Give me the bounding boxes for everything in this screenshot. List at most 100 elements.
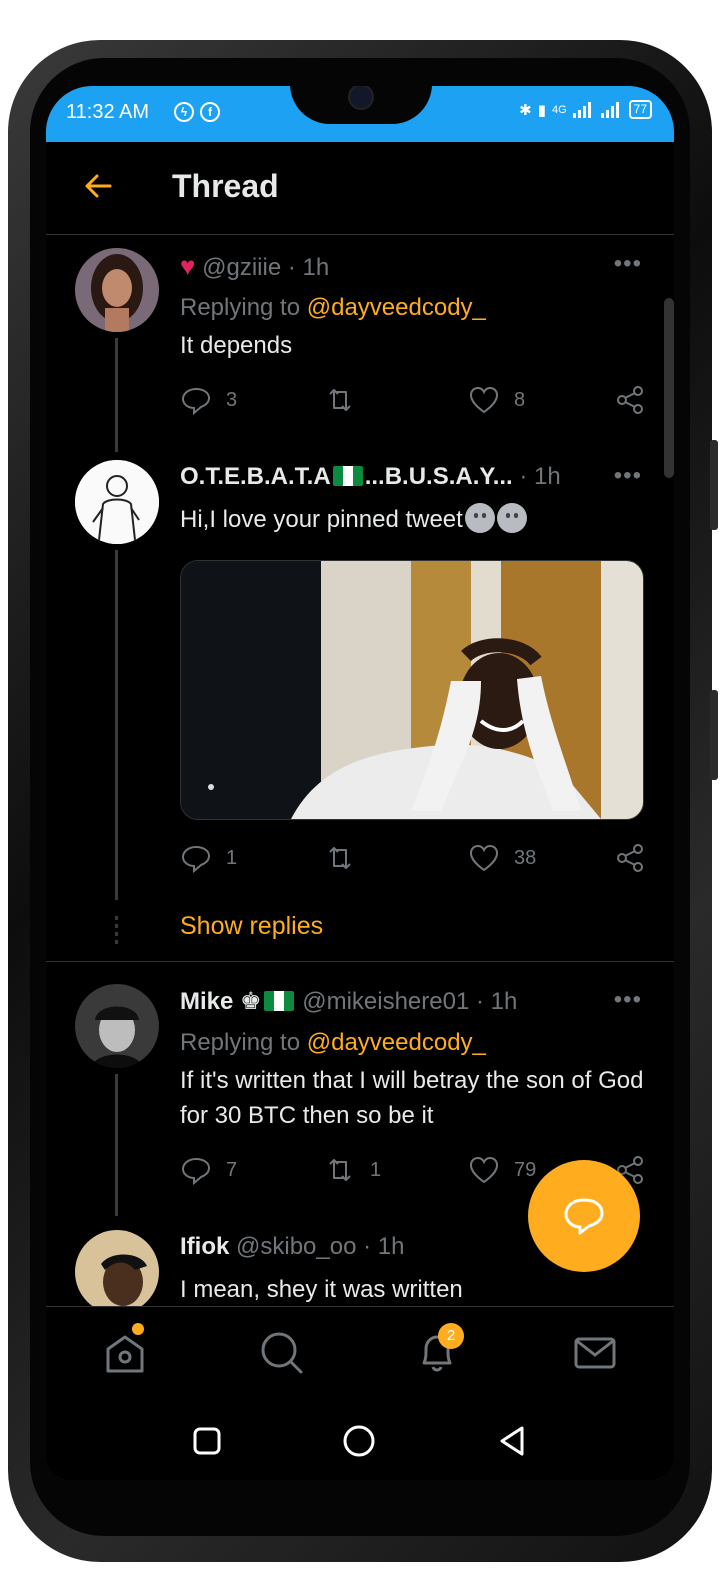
retweet-icon — [329, 847, 351, 869]
back-arrow-icon[interactable] — [82, 170, 114, 202]
volume-button — [710, 440, 718, 530]
network-type: 4G — [551, 103, 567, 116]
retweet-button[interactable] — [324, 384, 356, 416]
handle[interactable]: @mikeishere01 — [302, 988, 469, 1015]
timestamp: · 1h — [519, 463, 561, 490]
thread-line — [115, 338, 118, 452]
display-name-tail[interactable]: ...B.U.S.A.Y... — [365, 463, 513, 490]
share-button[interactable] — [614, 384, 646, 416]
more-options-icon[interactable]: ••• — [614, 462, 642, 490]
reply-icon — [181, 1157, 211, 1186]
replying-to: Replying to @dayveedcody_ — [180, 294, 486, 322]
display-name[interactable]: Ifiok — [180, 1233, 229, 1260]
handle[interactable]: @skibo_oo — [236, 1233, 356, 1260]
avatar[interactable] — [75, 248, 159, 332]
replying-prefix: Replying to — [180, 1029, 301, 1056]
signal-icon — [572, 101, 591, 118]
replying-to-handle[interactable]: @dayveedcody_ — [307, 1029, 486, 1056]
more-options-icon[interactable]: ••• — [614, 250, 642, 278]
tweet-text: I mean, shey it was written — [180, 1276, 463, 1303]
reply-button[interactable]: 1 — [180, 842, 237, 874]
share-icon — [617, 386, 643, 414]
thread-dots — [115, 916, 118, 944]
tweet-header: ♥ @gziiie · 1h — [180, 251, 329, 282]
avatar[interactable] — [75, 460, 159, 544]
home-circle-icon[interactable] — [342, 1424, 376, 1458]
share-button[interactable] — [614, 842, 646, 874]
tweet-media-image[interactable] — [180, 560, 644, 820]
handle[interactable]: @gziiie — [202, 254, 281, 281]
heart-icon — [469, 386, 499, 414]
home-new-dot — [132, 1323, 144, 1335]
divider — [46, 961, 674, 962]
reply-count: 1 — [226, 846, 238, 869]
timestamp: · 1h — [476, 988, 518, 1015]
tweet-text-row: Hi,I love your pinned tweet — [180, 502, 650, 537]
scrollbar[interactable] — [664, 298, 674, 478]
like-button[interactable]: 79 — [468, 1154, 536, 1186]
home-icon[interactable] — [100, 1327, 150, 1377]
reply-count: 3 — [226, 388, 238, 411]
facebook-icon: f — [200, 102, 220, 122]
retweet-button[interactable]: 1 — [324, 1154, 381, 1186]
king-chess-icon: ♚ — [240, 988, 262, 1015]
reply-icon — [181, 387, 211, 416]
tweet-actions: 3 8 — [180, 384, 646, 420]
back-triangle-icon[interactable] — [496, 1424, 528, 1458]
share-icon — [617, 844, 643, 872]
like-count: 38 — [514, 846, 537, 869]
heart-icon — [469, 844, 499, 872]
compose-reply-button[interactable] — [528, 1160, 640, 1272]
tweet-text: Hi,I love your pinned tweet — [180, 506, 463, 533]
reply-button[interactable]: 3 — [180, 384, 237, 416]
emoji-icon — [496, 503, 527, 533]
tweet-header: Ifiok @skibo_oo · 1h — [180, 1233, 404, 1261]
messages-envelope-icon[interactable] — [570, 1327, 620, 1377]
reply-bubble-icon — [564, 1198, 604, 1235]
avatar[interactable] — [75, 1230, 159, 1314]
replying-to-handle[interactable]: @dayveedcody_ — [307, 294, 486, 321]
thread-line — [115, 550, 118, 900]
thread-header: Thread — [46, 142, 674, 235]
notifications-badge: 2 — [438, 1323, 464, 1349]
nigeria-flag-icon — [332, 466, 363, 486]
replying-to: Replying to @dayveedcody_ — [180, 1029, 486, 1057]
avatar[interactable] — [75, 984, 159, 1068]
battery-icon: 77 — [628, 100, 652, 119]
status-time: 11:32 AM — [66, 101, 150, 123]
power-button — [710, 690, 718, 780]
retweet-count: 1 — [370, 1158, 382, 1181]
thread-line — [115, 1074, 118, 1216]
like-count: 8 — [514, 388, 526, 411]
tweet-text: If it's written that I will betray the s… — [180, 1067, 644, 1129]
signal-icon-2 — [600, 101, 619, 118]
hearts-emoji-icon: ♥ — [180, 251, 196, 281]
timestamp: · 1h — [363, 1233, 405, 1260]
bottom-nav: 2 — [46, 1306, 674, 1401]
heart-icon — [469, 1156, 499, 1184]
status-icons: ✱ ▮ 4G 77 — [519, 100, 652, 119]
display-name[interactable]: Mike — [180, 988, 233, 1015]
status-bar: 11:32 AM ϟ f ✱ ▮ 4G 77 — [46, 86, 674, 142]
like-button[interactable]: 8 — [468, 384, 525, 416]
vibrate-icon: ▮ — [537, 101, 546, 119]
more-options-icon[interactable]: ••• — [614, 986, 642, 1014]
like-button[interactable]: 38 — [468, 842, 536, 874]
reply-icon — [181, 845, 211, 874]
tweet-header: Mike ♚ @mikeishere01 · 1h — [180, 987, 517, 1016]
reply-button[interactable]: 7 — [180, 1154, 237, 1186]
show-replies-link[interactable]: Show replies — [180, 912, 323, 941]
display-name[interactable]: O.T.E.B.A.T.A — [180, 463, 331, 490]
bluetooth-icon: ✱ — [519, 101, 532, 119]
recent-apps-icon[interactable] — [192, 1426, 222, 1456]
tweet-actions: 1 38 — [180, 842, 646, 878]
tweet-text: It depends — [180, 332, 293, 359]
messenger-icon: ϟ — [174, 102, 194, 122]
retweet-icon — [329, 389, 351, 411]
emoji-icon — [464, 503, 495, 533]
search-icon[interactable] — [256, 1327, 306, 1377]
tweet-header: O.T.E.B.A.T.A ...B.U.S.A.Y... · 1h — [180, 463, 561, 491]
retweet-icon — [329, 1159, 351, 1181]
nigeria-flag-icon — [263, 991, 294, 1011]
retweet-button[interactable] — [324, 842, 356, 874]
